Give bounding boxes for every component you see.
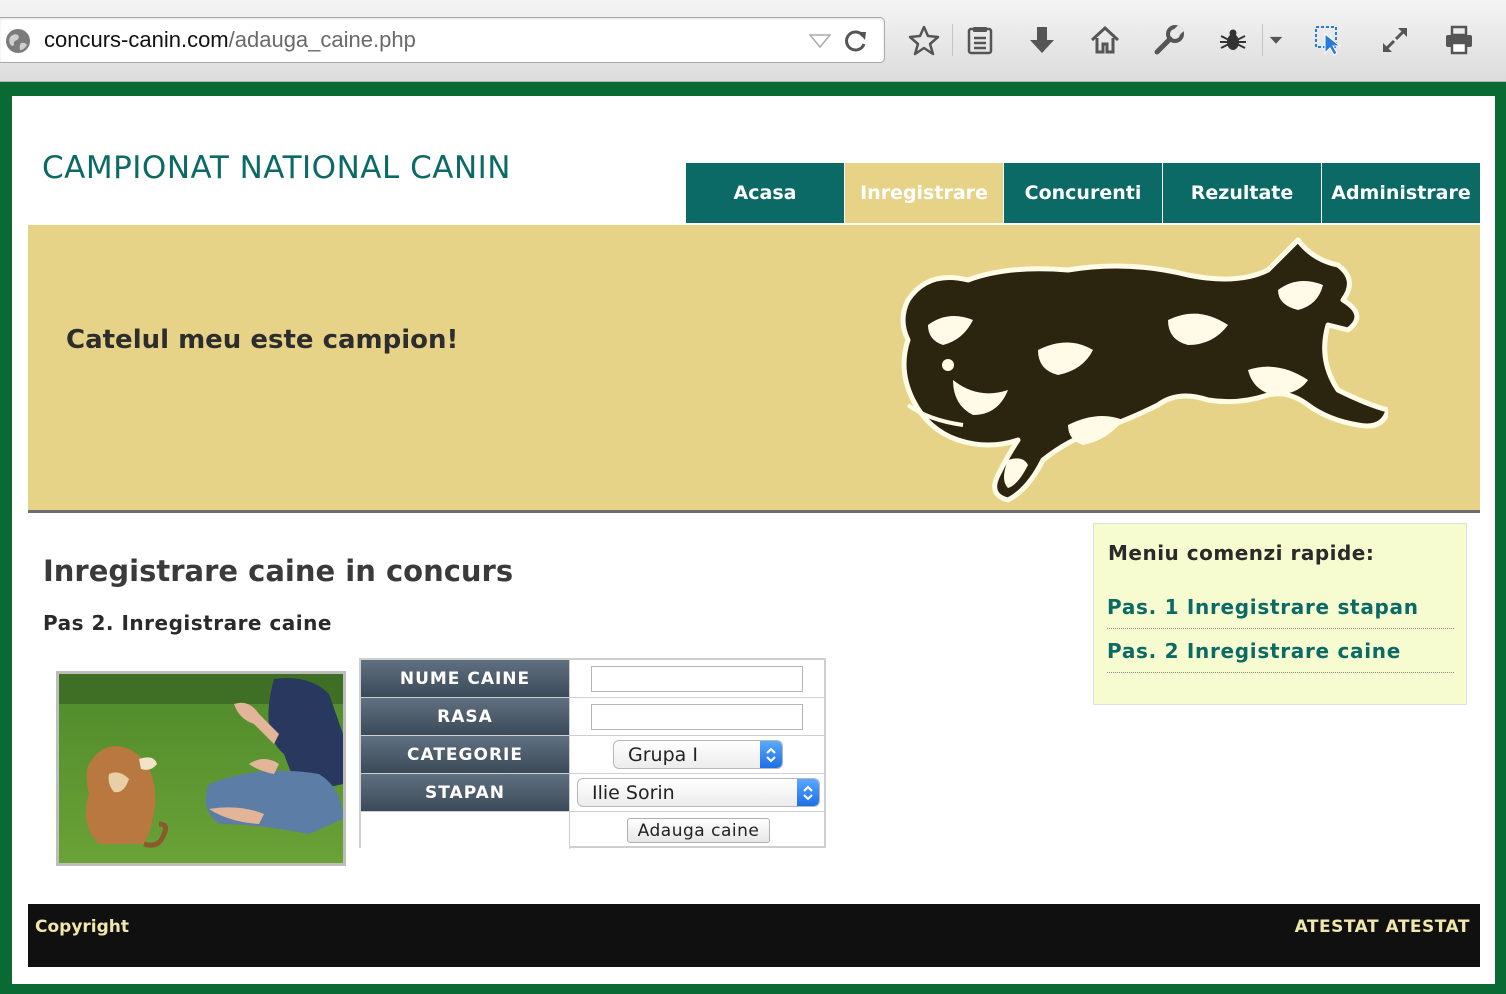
category-select[interactable]: Grupa I (613, 740, 783, 769)
owner-select[interactable]: Ilie Sorin (577, 778, 820, 807)
page-container: CAMPIONAT NATIONAL CANIN Acasa Inregistr… (12, 96, 1495, 984)
download-icon[interactable] (1024, 22, 1060, 58)
submit-cell: Adauga caine (571, 812, 824, 849)
fullscreen-icon[interactable] (1377, 22, 1413, 58)
dog-name-input[interactable] (591, 666, 803, 692)
reading-list-icon[interactable] (962, 22, 998, 58)
name-cell (571, 660, 824, 697)
star-icon[interactable] (906, 22, 942, 58)
select-arrows-icon (760, 741, 782, 768)
nav-item-administrare[interactable]: Administrare (1322, 163, 1480, 223)
print-icon[interactable] (1441, 22, 1477, 58)
breed-input[interactable] (591, 704, 803, 730)
sidebar-link-step1[interactable]: Pas. 1 Inregistrare stapan (1107, 585, 1454, 629)
step-heading: Pas 2. Inregistrare caine (43, 611, 332, 635)
url-history-dropdown-icon[interactable] (809, 34, 831, 48)
nav-item-rezultate[interactable]: Rezultate (1163, 163, 1321, 223)
form-row-name: NUME CAINE (361, 660, 824, 698)
dog-training-photo (56, 671, 346, 866)
owner-label: STAPAN (361, 774, 570, 811)
category-label: CATEGORIE (361, 736, 570, 773)
url-text[interactable]: concurs-canin.com/adauga_caine.php (44, 27, 416, 53)
toolbar-separator (952, 24, 953, 56)
bug-icon[interactable] (1215, 22, 1251, 58)
main-nav: Acasa Inregistrare Concurenti Rezultate … (686, 163, 1480, 223)
dropdown-icon[interactable] (1260, 22, 1292, 58)
add-dog-button[interactable]: Adauga caine (627, 818, 770, 843)
add-dog-form: NUME CAINE RASA CATEGORIE Grupa I STAPAN… (359, 658, 826, 850)
select-arrows-icon (797, 779, 819, 806)
footer-credit: ATESTAT ATESTAT (1294, 917, 1470, 937)
footer-copyright: Copyright (35, 917, 130, 937)
page-frame: CAMPIONAT NATIONAL CANIN Acasa Inregistr… (0, 82, 1506, 994)
form-row-category: CATEGORIE Grupa I (361, 736, 824, 774)
owner-cell: Ilie Sorin (571, 774, 824, 811)
running-dog-logo-icon (900, 237, 1388, 503)
sidebar-link-step2[interactable]: Pas. 2 Inregistrare caine (1107, 629, 1454, 673)
footer: Copyright ATESTAT ATESTAT (28, 904, 1480, 967)
nav-item-concurenti[interactable]: Concurenti (1004, 163, 1162, 223)
banner-tagline: Catelul meu este campion! (66, 325, 459, 355)
browser-toolbar: concurs-canin.com/adauga_caine.php (0, 0, 1506, 82)
pointer-icon[interactable] (1311, 22, 1347, 58)
url-path: /adauga_caine.php (228, 27, 416, 52)
site-title: CAMPIONAT NATIONAL CANIN (42, 150, 511, 186)
quick-menu-sidebar: Meniu comenzi rapide: Pas. 1 Inregistrar… (1093, 523, 1467, 705)
sidebar-title: Meniu comenzi rapide: (1108, 541, 1375, 565)
category-cell: Grupa I (571, 736, 824, 773)
page-heading: Inregistrare caine in concurs (43, 554, 514, 588)
url-domain: concurs-canin.com (44, 27, 229, 52)
banner: Catelul meu este campion! (28, 225, 1480, 513)
category-selected-value: Grupa I (628, 743, 698, 766)
breed-cell (571, 698, 824, 735)
empty-label-cell (361, 812, 570, 849)
form-row-submit: Adauga caine (361, 812, 824, 850)
address-bar[interactable]: concurs-canin.com/adauga_caine.php (0, 17, 885, 63)
reload-icon[interactable] (843, 28, 869, 54)
nav-item-inregistrare[interactable]: Inregistrare (845, 163, 1003, 223)
nav-item-acasa[interactable]: Acasa (686, 163, 844, 223)
breed-label: RASA (361, 698, 570, 735)
form-row-owner: STAPAN Ilie Sorin (361, 774, 824, 812)
home-icon[interactable] (1087, 22, 1123, 58)
wrench-icon[interactable] (1151, 22, 1187, 58)
photo-image (59, 674, 343, 863)
globe-icon (6, 29, 30, 53)
form-row-breed: RASA (361, 698, 824, 736)
name-label: NUME CAINE (361, 660, 570, 697)
owner-selected-value: Ilie Sorin (592, 781, 675, 804)
